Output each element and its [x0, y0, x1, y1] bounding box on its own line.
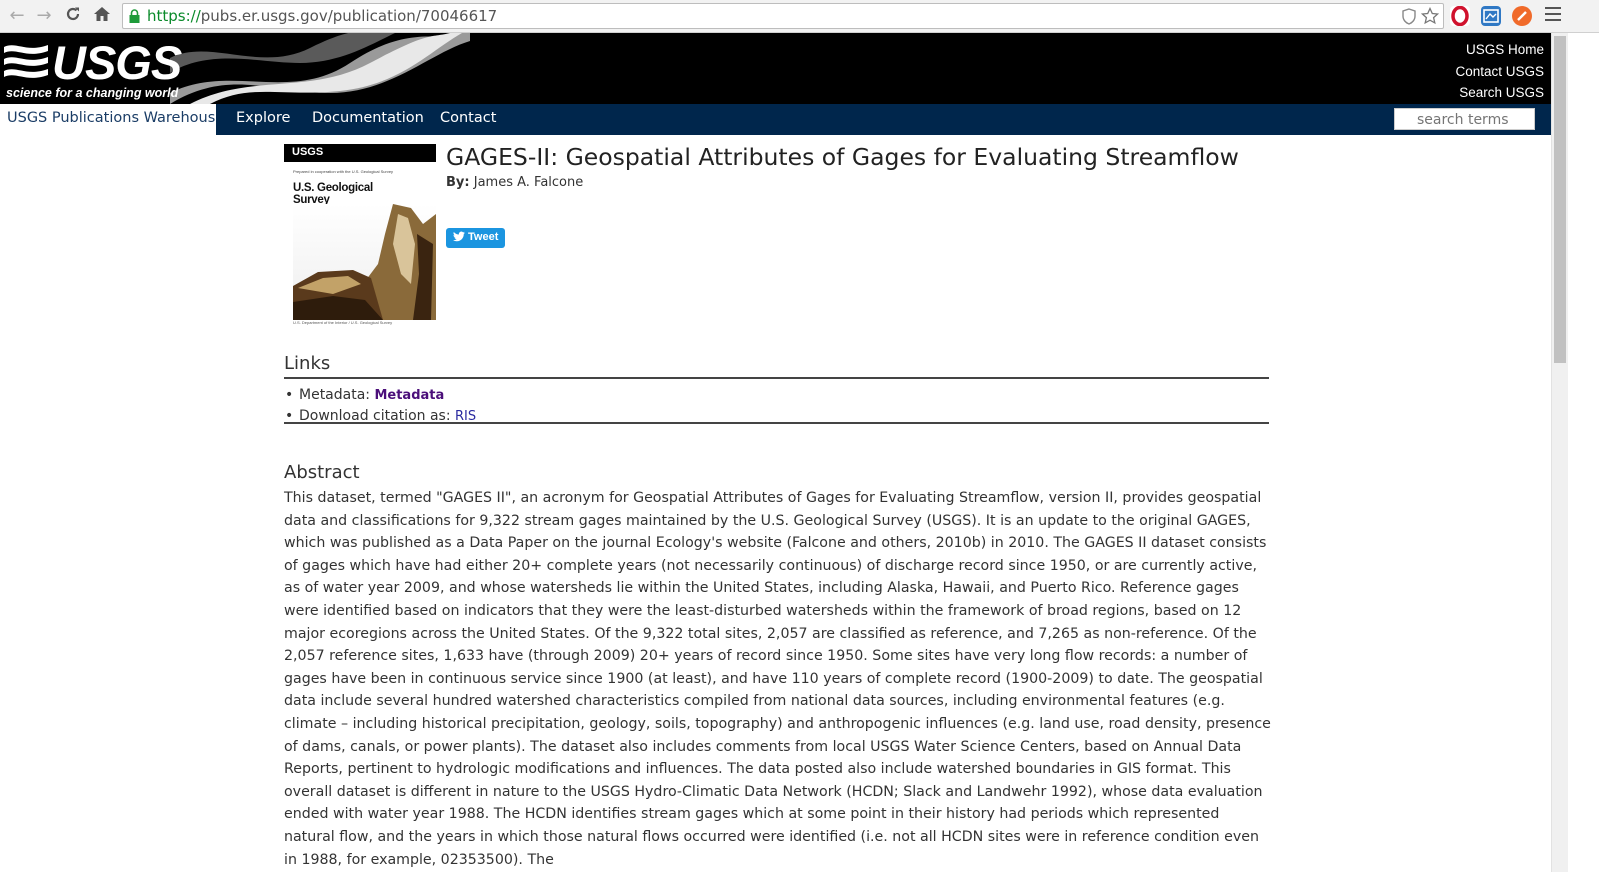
- pubs-warehouse-link[interactable]: USGS Publications Warehouse: [7, 110, 224, 126]
- usgs-home-link[interactable]: USGS Home: [1455, 39, 1544, 61]
- main-nav: Explore Documentation Contact: [216, 104, 1551, 135]
- browser-toolbar: ← → https://pubs.er.usgs.gov/publication…: [0, 0, 1599, 33]
- links-heading: Links: [284, 353, 331, 374]
- scrollbar-thumb[interactable]: [1554, 36, 1566, 363]
- forward-icon[interactable]: →: [33, 5, 55, 27]
- nav-contact[interactable]: Contact: [440, 110, 496, 126]
- twitter-icon: [453, 231, 465, 242]
- header-links: USGS Home Contact USGS Search USGS: [1455, 39, 1544, 104]
- cover-footer: U.S. Department of the Interior / U.S. G…: [293, 320, 393, 325]
- cover-photo: [293, 204, 436, 320]
- search-usgs-link[interactable]: Search USGS: [1455, 82, 1544, 104]
- byline: By: James A. Falcone: [446, 175, 583, 190]
- contact-usgs-link[interactable]: Contact USGS: [1455, 61, 1544, 83]
- star-icon[interactable]: [1421, 7, 1439, 25]
- publication-cover: USGS Prepared in cooperation with the U.…: [284, 144, 436, 330]
- publication-title: GAGES-II: Geospatial Attributes of Gages…: [446, 143, 1239, 171]
- links-list: Metadata: Metadata Download citation as:…: [284, 385, 476, 427]
- opera-extension-icon[interactable]: [1450, 5, 1470, 27]
- metadata-link[interactable]: Metadata: [374, 388, 444, 403]
- header-wave-graphic: [170, 33, 470, 104]
- nav-explore[interactable]: Explore: [236, 110, 290, 126]
- links-top-rule: [284, 377, 1269, 379]
- author-name: James A. Falcone: [473, 175, 584, 190]
- abstract-text: This dataset, termed "GAGES II", an acro…: [284, 490, 1271, 868]
- cover-subtitle: Prepared in cooperation with the U.S. Ge…: [293, 169, 394, 174]
- menu-icon[interactable]: [1545, 7, 1561, 21]
- home-icon[interactable]: [91, 5, 113, 27]
- links-bottom-rule: [284, 422, 1269, 424]
- tweet-button[interactable]: Tweet: [446, 228, 505, 248]
- page-scrollbar[interactable]: [1551, 33, 1568, 872]
- back-icon[interactable]: ←: [6, 5, 28, 27]
- nav-documentation[interactable]: Documentation: [312, 110, 424, 126]
- usgs-wordmark: USGS: [52, 36, 182, 89]
- usgs-wave-icon: [4, 45, 48, 78]
- abstract-heading: Abstract: [284, 462, 360, 483]
- search-input[interactable]: [1394, 108, 1535, 130]
- list-item: Metadata: Metadata: [284, 385, 476, 406]
- screenshot-extension-icon[interactable]: [1481, 6, 1501, 26]
- reload-icon[interactable]: [62, 5, 84, 27]
- usgs-tagline: science for a changing world: [6, 86, 179, 100]
- shield-icon[interactable]: [1401, 8, 1417, 25]
- address-bar[interactable]: https://pubs.er.usgs.gov/publication/700…: [122, 3, 1444, 29]
- lock-icon: [129, 9, 140, 23]
- tampermonkey-extension-icon[interactable]: [1512, 6, 1532, 26]
- cover-band: USGS: [284, 144, 436, 162]
- url-text: https://pubs.er.usgs.gov/publication/700…: [147, 7, 498, 25]
- byline-label: By:: [446, 175, 470, 190]
- usgs-header: USGS science for a changing world USGS H…: [0, 33, 1584, 104]
